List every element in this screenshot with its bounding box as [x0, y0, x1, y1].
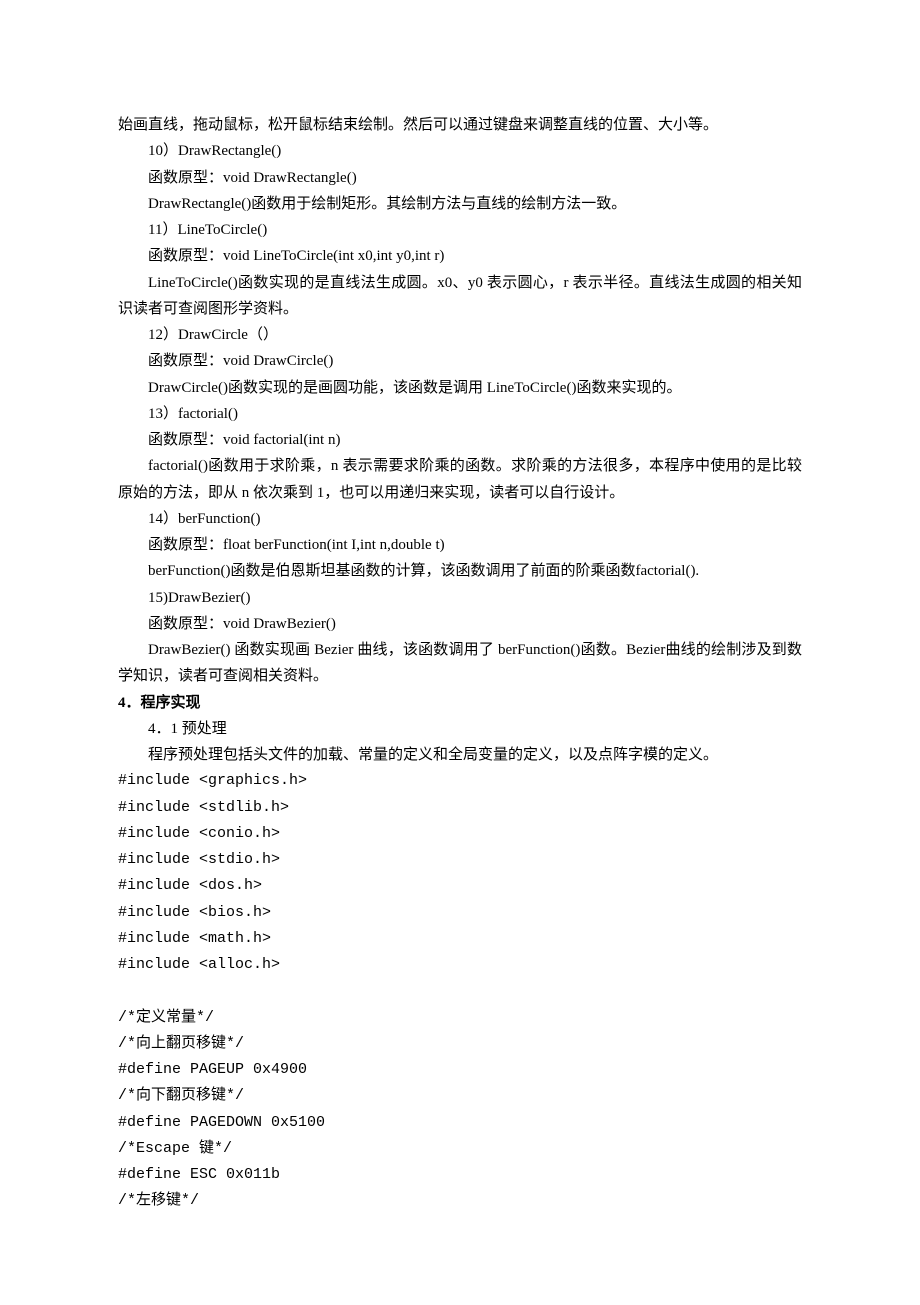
item-15-proto: 函数原型：void DrawBezier() — [118, 611, 802, 637]
document-page: 始画直线，拖动鼠标，松开鼠标结束绘制。然后可以通过键盘来调整直线的位置、大小等。… — [0, 0, 920, 1305]
item-13-title: 13）factorial() — [118, 401, 802, 427]
item-10-proto: 函数原型：void DrawRectangle() — [118, 165, 802, 191]
item-10-desc: DrawRectangle()函数用于绘制矩形。其绘制方法与直线的绘制方法一致。 — [118, 191, 802, 217]
item-11-title: 11）LineToCircle() — [118, 217, 802, 243]
code-line: #include <graphics.h> — [118, 768, 802, 794]
code-line: #include <math.h> — [118, 926, 802, 952]
item-15-title: 15)DrawBezier() — [118, 585, 802, 611]
item-12-desc: DrawCircle()函数实现的是画圆功能，该函数是调用 LineToCirc… — [118, 375, 802, 401]
code-comment: /*向下翻页移键*/ — [118, 1083, 802, 1109]
code-comment: /*左移键*/ — [118, 1188, 802, 1214]
section-4-1-desc: 程序预处理包括头文件的加载、常量的定义和全局变量的定义，以及点阵字模的定义。 — [118, 742, 802, 768]
item-13-desc: factorial()函数用于求阶乘，n 表示需要求阶乘的函数。求阶乘的方法很多… — [118, 453, 802, 506]
code-line: #include <stdio.h> — [118, 847, 802, 873]
item-10-title: 10）DrawRectangle() — [118, 138, 802, 164]
code-comment: /*向上翻页移键*/ — [118, 1031, 802, 1057]
code-line: #include <dos.h> — [118, 873, 802, 899]
code-blank-line — [118, 978, 802, 1004]
section-4-heading: 4．程序实现 — [118, 690, 802, 716]
item-12-proto: 函数原型：void DrawCircle() — [118, 348, 802, 374]
item-12-title: 12）DrawCircle（） — [118, 322, 802, 348]
code-define: #define PAGEDOWN 0x5100 — [118, 1110, 802, 1136]
code-line: #include <alloc.h> — [118, 952, 802, 978]
item-15-desc: DrawBezier() 函数实现画 Bezier 曲线，该函数调用了 berF… — [118, 637, 802, 690]
item-14-desc: berFunction()函数是伯恩斯坦基函数的计算，该函数调用了前面的阶乘函数… — [118, 558, 802, 584]
code-line: #include <conio.h> — [118, 821, 802, 847]
item-11-desc: LineToCircle()函数实现的是直线法生成圆。x0、y0 表示圆心，r … — [118, 270, 802, 323]
code-line: #include <stdlib.h> — [118, 795, 802, 821]
code-line: #include <bios.h> — [118, 900, 802, 926]
item-14-title: 14）berFunction() — [118, 506, 802, 532]
code-comment: /*定义常量*/ — [118, 1005, 802, 1031]
paragraph-intro: 始画直线，拖动鼠标，松开鼠标结束绘制。然后可以通过键盘来调整直线的位置、大小等。 — [118, 112, 802, 138]
item-14-proto: 函数原型：float berFunction(int I,int n,doubl… — [118, 532, 802, 558]
code-comment: /*Escape 键*/ — [118, 1136, 802, 1162]
section-4-1-heading: 4．1 预处理 — [118, 716, 802, 742]
code-define: #define PAGEUP 0x4900 — [118, 1057, 802, 1083]
code-define: #define ESC 0x011b — [118, 1162, 802, 1188]
item-11-proto: 函数原型：void LineToCircle(int x0,int y0,int… — [118, 243, 802, 269]
item-13-proto: 函数原型：void factorial(int n) — [118, 427, 802, 453]
